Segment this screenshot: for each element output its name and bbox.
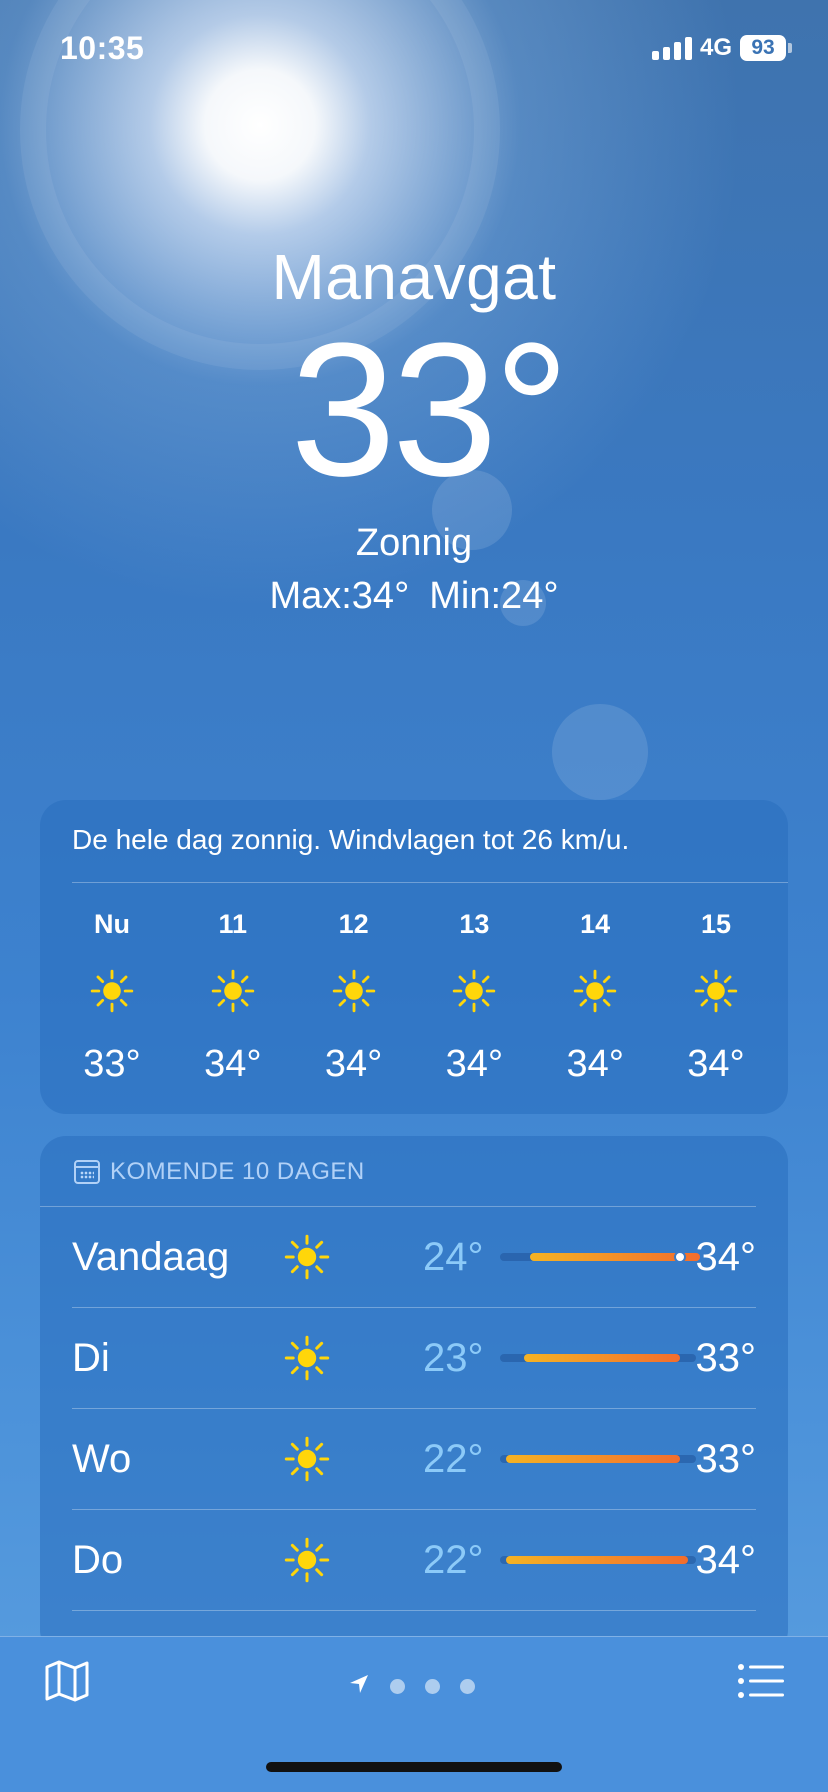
- day-name: Wo: [72, 1436, 132, 1481]
- current-temp-marker: [673, 1251, 686, 1263]
- hour-label: 11: [218, 909, 248, 939]
- status-bar: 10:35 4G 93: [0, 0, 828, 100]
- hour-item: 12 34°: [314, 909, 394, 1086]
- day-name: Vandaag: [72, 1234, 230, 1279]
- battery-level: 93: [740, 35, 786, 61]
- temperature-range-fill: [523, 1354, 680, 1362]
- home-indicator[interactable]: [266, 1762, 562, 1772]
- day-max-temperature: 34°: [695, 1537, 757, 1582]
- max-temperature: Max:34°: [269, 575, 410, 617]
- hour-temperature: 34°: [687, 1043, 745, 1085]
- day-min-temperature: 23°: [423, 1335, 484, 1380]
- day-row[interactable]: Do 22° 34°: [72, 1510, 756, 1611]
- hour-item: 15 34°: [676, 909, 756, 1086]
- temperature-range-bar: [499, 1455, 696, 1463]
- battery-icon: 93: [740, 35, 792, 61]
- sun-icon: [555, 969, 635, 1013]
- sun-icon: [278, 1234, 337, 1280]
- location-arrow-icon[interactable]: [348, 1673, 370, 1700]
- sun-icon: [434, 969, 514, 1013]
- daily-forecast-title: KOMENDE 10 DAGEN: [110, 1158, 365, 1185]
- temperature-range-bar: [499, 1251, 700, 1263]
- hour-label: 12: [338, 909, 369, 939]
- bottom-toolbar: [0, 1636, 828, 1792]
- current-weather: Manavgat 33° Zonnig Max:34° Min:24°: [0, 240, 828, 618]
- sun-icon: [676, 969, 756, 1013]
- network-type: 4G: [699, 34, 732, 61]
- temperature-range-bar: [499, 1354, 696, 1362]
- day-row[interactable]: Vandaag 24° 34°: [72, 1207, 756, 1308]
- current-condition: Zonnig: [355, 522, 473, 564]
- day-name: Di: [72, 1335, 110, 1380]
- day-row[interactable]: Di 23° 33°: [72, 1308, 756, 1409]
- temperature-range-fill: [505, 1556, 688, 1564]
- day-min-temperature: 22°: [423, 1537, 484, 1582]
- hour-temperature: 34°: [445, 1043, 504, 1085]
- hour-temperature: 33°: [83, 1043, 141, 1085]
- hour-label: 15: [700, 909, 731, 939]
- day-min-temperature: 24°: [423, 1234, 484, 1279]
- page-indicator[interactable]: [348, 1673, 475, 1700]
- hour-item: 14 34°: [555, 909, 635, 1086]
- hour-item: Nu 33°: [72, 909, 152, 1086]
- temperature-range-fill: [505, 1455, 680, 1463]
- sun-icon: [72, 969, 152, 1013]
- hour-temperature: 34°: [204, 1043, 262, 1085]
- hour-temperature: 34°: [324, 1043, 383, 1085]
- status-indicators: 4G 93: [651, 34, 792, 62]
- hourly-forecast-card[interactable]: De hele dag zonnig. Windvlagen tot 26 km…: [40, 800, 788, 1114]
- hour-item: 11 34°: [193, 909, 273, 1086]
- high-low: Max:34° Min:24°: [0, 575, 828, 618]
- sun-icon: [193, 969, 273, 1013]
- hour-temperature: 34°: [566, 1043, 624, 1085]
- sun-icon: [278, 1537, 337, 1583]
- day-row[interactable]: Wo 22° 33°: [72, 1409, 756, 1510]
- map-icon[interactable]: [44, 1659, 90, 1708]
- day-max-temperature: 33°: [695, 1335, 757, 1380]
- page-dot[interactable]: [425, 1679, 440, 1694]
- day-name: Do: [72, 1537, 124, 1582]
- min-temperature: Min:24°: [429, 575, 559, 617]
- day-min-temperature: 22°: [423, 1436, 484, 1481]
- daily-forecast-card[interactable]: KOMENDE 10 DAGEN Vandaag 24° 34° Di 23° …: [40, 1136, 788, 1656]
- current-temperature: 33°: [290, 304, 569, 516]
- hour-label: 14: [580, 909, 611, 939]
- hourly-list[interactable]: Nu 33° 11 34° 12 34° 13 34° 14 34° 15 34…: [40, 909, 788, 1086]
- lens-flare: [552, 704, 648, 800]
- sun-icon: [278, 1335, 337, 1381]
- hour-label: 13: [459, 909, 490, 939]
- day-max-temperature: 34°: [695, 1234, 757, 1279]
- calendar-icon: [74, 1160, 100, 1184]
- forecast-summary: De hele dag zonnig. Windvlagen tot 26 km…: [72, 800, 788, 883]
- hour-label: Nu: [94, 909, 130, 939]
- daily-forecast-header: KOMENDE 10 DAGEN: [40, 1136, 756, 1207]
- list-icon[interactable]: [738, 1663, 784, 1704]
- signal-icon: [651, 36, 692, 60]
- page-dot[interactable]: [390, 1679, 405, 1694]
- daily-list: Vandaag 24° 34° Di 23° 33° Wo 22° 33° Do…: [40, 1207, 788, 1611]
- temperature-range-bar: [499, 1556, 696, 1564]
- page-dot[interactable]: [460, 1679, 475, 1694]
- hour-item: 13 34°: [434, 909, 514, 1086]
- sun-icon: [314, 969, 394, 1013]
- sun-icon: [278, 1436, 337, 1482]
- city-name: Manavgat: [271, 241, 557, 313]
- day-max-temperature: 33°: [695, 1436, 757, 1481]
- status-time: 10:35: [60, 30, 145, 66]
